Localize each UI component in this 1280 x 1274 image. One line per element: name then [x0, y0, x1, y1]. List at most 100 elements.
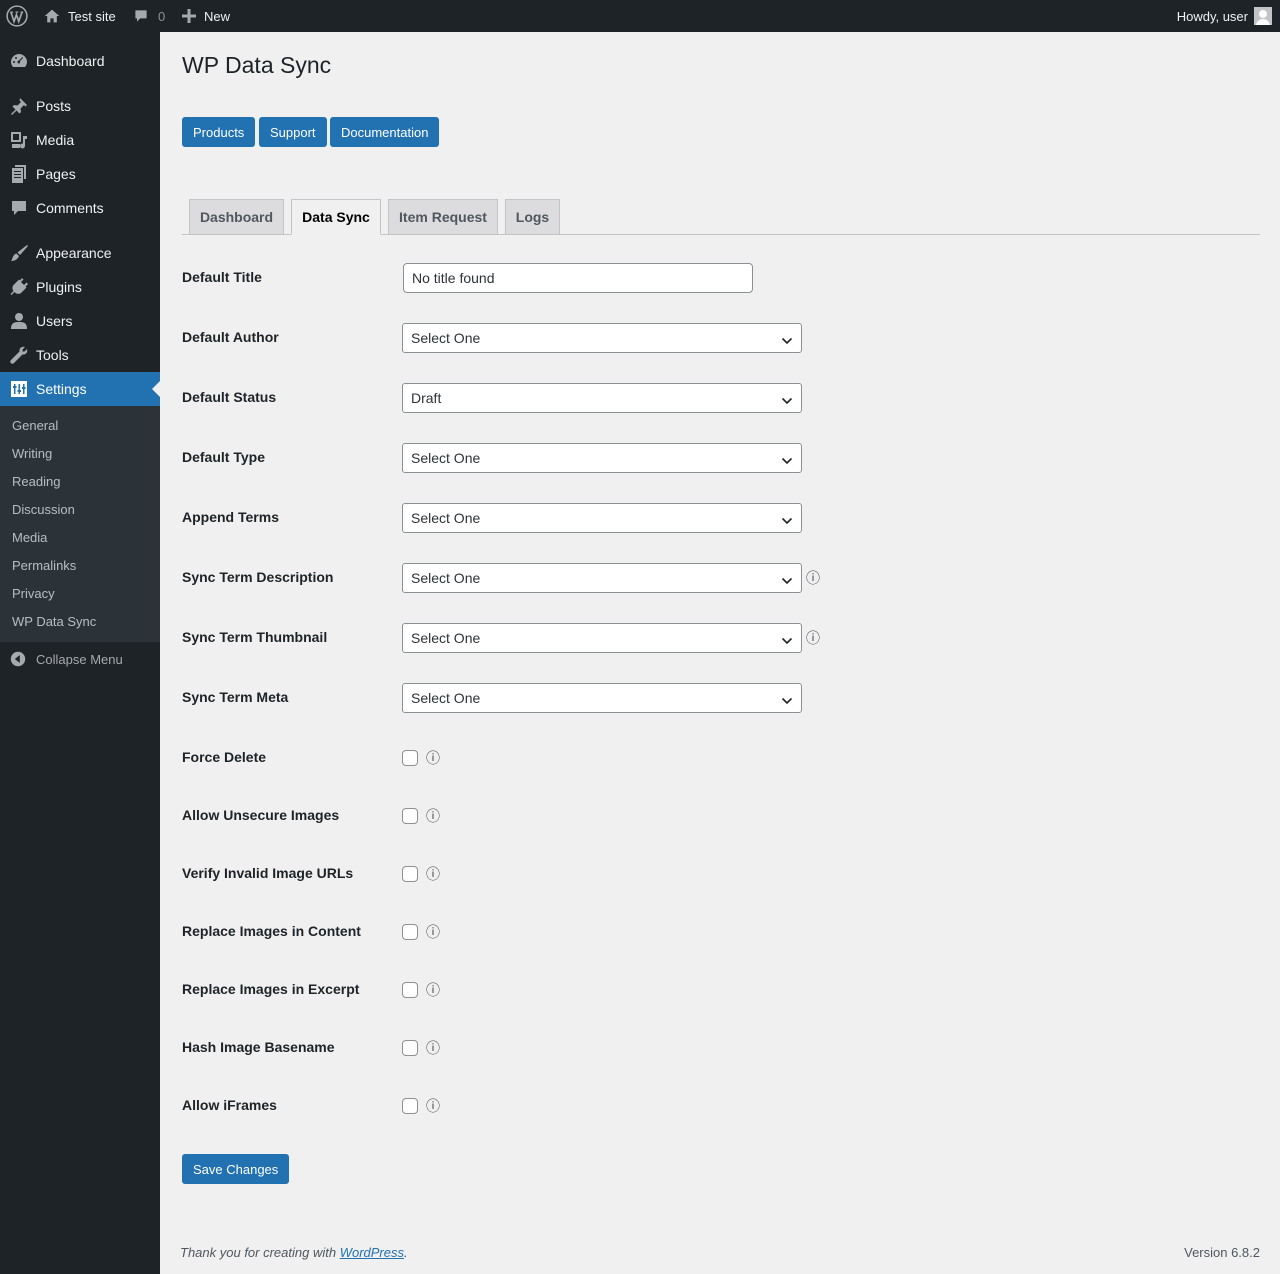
user-icon [0, 311, 36, 331]
info-icon[interactable]: ⓘ [426, 980, 440, 1000]
brush-icon [0, 243, 36, 263]
wordpress-logo-icon[interactable] [6, 0, 28, 32]
nav-tabs: Dashboard Data Sync Item Request Logs [182, 199, 1260, 235]
info-icon[interactable]: ⓘ [426, 806, 440, 826]
menu-item-appearance[interactable]: Appearance [0, 236, 160, 270]
settings-icon [0, 379, 36, 399]
save-changes-button[interactable]: Save Changes [182, 1154, 290, 1184]
append-terms-select[interactable]: Select One [402, 503, 802, 533]
info-icon[interactable]: ⓘ [806, 628, 820, 648]
submenu-item-privacy[interactable]: Privacy [12, 579, 55, 607]
sync-term-meta-select[interactable]: Select One [402, 683, 802, 713]
chevron-down-icon [781, 453, 793, 469]
info-icon[interactable]: ⓘ [426, 748, 440, 768]
site-name: Test site [68, 8, 116, 24]
allow-iframes-checkbox[interactable] [402, 1098, 418, 1114]
menu-label: Users [36, 313, 73, 329]
submenu-item-media[interactable]: Media [12, 523, 47, 551]
default-title-input[interactable]: No title found [403, 263, 753, 293]
replace-images-in-excerpt-checkbox[interactable] [402, 982, 418, 998]
plug-icon [0, 277, 36, 297]
replace-images-in-content-checkbox[interactable] [402, 924, 418, 940]
select-label: Sync Term Thumbnail [182, 629, 328, 645]
default-status-select[interactable]: Draft [402, 383, 802, 413]
menu-label: Tools [36, 347, 69, 363]
submenu-item-reading[interactable]: Reading [12, 467, 60, 495]
allow-unsecure-images-checkbox[interactable] [402, 808, 418, 824]
checkbox-label: Hash Image Basename [182, 1039, 335, 1055]
menu-item-plugins[interactable]: Plugins [0, 270, 160, 304]
chevron-down-icon [781, 513, 793, 529]
hash-image-basename-checkbox[interactable] [402, 1040, 418, 1056]
home-icon [44, 8, 60, 24]
site-name-link[interactable]: Test site [44, 0, 116, 32]
menu-item-posts[interactable]: Posts [0, 89, 160, 123]
comments-count: 0 [158, 8, 166, 24]
collapse-arrow-icon [0, 650, 36, 668]
tab-data-sync[interactable]: Data Sync [291, 199, 381, 235]
sync-term-description-select[interactable]: Select One [402, 563, 802, 593]
info-icon[interactable]: ⓘ [426, 1038, 440, 1058]
tab-dashboard[interactable]: Dashboard [189, 199, 284, 235]
default-type-select[interactable]: Select One [402, 443, 802, 473]
select-value: Select One [411, 450, 481, 466]
info-icon[interactable]: ⓘ [806, 568, 820, 588]
wordpress-link[interactable]: WordPress [340, 1245, 404, 1260]
comment-icon [133, 8, 149, 24]
page-title: WP Data Sync [182, 52, 332, 78]
select-label: Default Type [182, 449, 265, 465]
default-author-select[interactable]: Select One [402, 323, 802, 353]
select-value: Select One [411, 570, 481, 586]
checkbox-label: Allow Unsecure Images [182, 807, 340, 823]
support-button[interactable]: Support [259, 117, 327, 147]
select-label: Default Author [182, 329, 279, 345]
menu-item-pages[interactable]: Pages [0, 157, 160, 191]
select-value: Select One [411, 630, 481, 646]
media-icon [0, 130, 36, 150]
howdy-text: Howdy, user [1176, 8, 1248, 24]
menu-item-dashboard[interactable]: Dashboard [0, 44, 160, 78]
avatar [1254, 7, 1272, 25]
plus-icon [182, 9, 196, 23]
verify-invalid-image-urls-checkbox[interactable] [402, 866, 418, 882]
products-button[interactable]: Products [182, 117, 256, 147]
submenu-item-general[interactable]: General [12, 411, 58, 439]
admin-bar: Test site 0 New Howdy, user [0, 0, 1280, 32]
submenu-item-writing[interactable]: Writing [12, 439, 52, 467]
submenu-item-wp-data-sync[interactable]: WP Data Sync [12, 607, 96, 635]
settings-submenu: General Writing Reading Discussion Media… [0, 406, 160, 642]
tab-logs[interactable]: Logs [505, 199, 560, 235]
collapse-menu-button[interactable]: Collapse Menu [0, 642, 160, 676]
wrench-icon [0, 345, 36, 365]
info-icon[interactable]: ⓘ [426, 1096, 440, 1116]
checkbox-label: Replace Images in Content [182, 923, 361, 939]
comments-link[interactable]: 0 [133, 0, 165, 32]
checkbox-label: Replace Images in Excerpt [182, 981, 360, 997]
select-value: Select One [411, 690, 481, 706]
new-content-link[interactable]: New [182, 0, 230, 32]
chevron-down-icon [781, 633, 793, 649]
tab-item-request[interactable]: Item Request [388, 199, 498, 235]
submenu-item-permalinks[interactable]: Permalinks [12, 551, 76, 579]
menu-label: Pages [36, 166, 76, 182]
menu-item-users[interactable]: Users [0, 304, 160, 338]
submenu-item-discussion[interactable]: Discussion [12, 495, 75, 523]
default-title-label: Default Title [182, 269, 262, 285]
footer-thanks-suffix: . [404, 1245, 408, 1260]
sync-term-thumbnail-select[interactable]: Select One [402, 623, 802, 653]
chevron-down-icon [781, 393, 793, 409]
info-icon[interactable]: ⓘ [426, 864, 440, 884]
documentation-button[interactable]: Documentation [330, 117, 440, 147]
info-icon[interactable]: ⓘ [426, 922, 440, 942]
menu-item-comments[interactable]: Comments [0, 191, 160, 225]
select-label: Append Terms [182, 509, 279, 525]
menu-item-settings[interactable]: Settings [0, 372, 160, 406]
menu-item-tools[interactable]: Tools [0, 338, 160, 372]
checkbox-label: Allow iFrames [182, 1097, 277, 1113]
chevron-down-icon [781, 693, 793, 709]
menu-item-media[interactable]: Media [0, 123, 160, 157]
select-value: Draft [411, 390, 442, 406]
force-delete-checkbox[interactable] [402, 750, 418, 766]
menu-label: Dashboard [36, 53, 105, 69]
account-menu[interactable]: Howdy, user [1177, 0, 1272, 32]
